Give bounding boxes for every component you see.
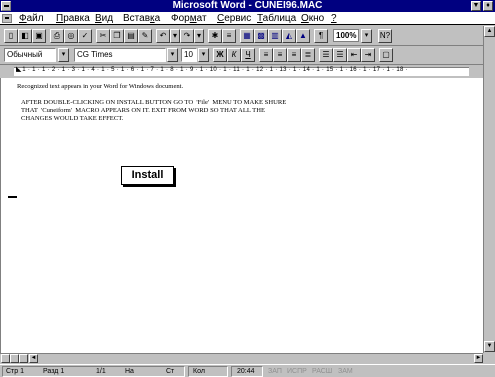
- ruler-ticks: · 1 · 1 · 1 · 2 · 1 · 3 · 1 · 4 · 1 · 5 …: [18, 67, 408, 73]
- status-at: На: [125, 368, 134, 375]
- title-bar: Microsoft Word - CUNEI96.MAC ▼ ♦: [0, 0, 495, 12]
- window-title: Microsoft Word - CUNEI96.MAC: [172, 0, 323, 11]
- bulleted-list-icon[interactable]: ☰: [333, 48, 347, 62]
- zoom-value[interactable]: 100%: [333, 29, 360, 42]
- minimize-button[interactable]: ▼: [471, 1, 481, 11]
- help-pointer-icon[interactable]: N?: [378, 29, 392, 43]
- menu-window[interactable]: Окно: [301, 12, 324, 25]
- status-rec[interactable]: ЗАП: [268, 366, 282, 377]
- status-line: Ст: [166, 368, 175, 375]
- status-time: 20:44: [237, 368, 255, 375]
- status-pages: 1/1: [96, 368, 106, 375]
- numbered-list-icon[interactable]: ☰: [319, 48, 333, 62]
- normal-view-icon[interactable]: [1, 354, 10, 363]
- open-folder-icon[interactable]: ◧: [18, 29, 32, 43]
- document-area[interactable]: Recognized text appears in your Word for…: [0, 78, 483, 353]
- undo-dropdown-icon[interactable]: ▾: [170, 29, 180, 43]
- horizontal-scrollbar[interactable]: ◄ ►: [0, 353, 483, 363]
- paste-icon[interactable]: ▤: [124, 29, 138, 43]
- justify-icon[interactable]: ≣: [301, 48, 315, 62]
- autotext-icon[interactable]: ≡: [222, 29, 236, 43]
- columns-icon[interactable]: ▥: [268, 29, 282, 43]
- save-disk-icon[interactable]: ▣: [32, 29, 46, 43]
- underline-button[interactable]: Ч: [241, 48, 255, 62]
- scroll-corner: [483, 353, 495, 363]
- font-dropdown-icon[interactable]: ▾: [167, 48, 178, 62]
- menu-insert[interactable]: Вставка: [123, 12, 160, 25]
- align-center-icon[interactable]: ≡: [273, 48, 287, 62]
- align-right-icon[interactable]: ≡: [287, 48, 301, 62]
- bold-button[interactable]: Ж: [213, 48, 227, 62]
- style-dropdown-icon[interactable]: ▾: [58, 48, 69, 62]
- outline-view-icon[interactable]: [19, 354, 28, 363]
- menu-file[interactable]: Файл: [19, 12, 44, 25]
- vertical-scrollbar[interactable]: ▲ ▼: [483, 26, 495, 353]
- menu-help[interactable]: ?: [331, 12, 337, 25]
- status-bar: Стр 1 Разд 1 1/1 На Ст Кол 20:44 ЗАП ИСП…: [0, 364, 495, 377]
- zoom-dropdown-icon[interactable]: ▾: [361, 29, 372, 43]
- menu-table[interactable]: Таблица: [257, 12, 296, 25]
- style-select[interactable]: Обычный: [4, 48, 56, 62]
- redo-dropdown-icon[interactable]: ▾: [194, 29, 204, 43]
- doc-para-line-3: CHANGES WOULD TAKE EFFECT.: [21, 115, 124, 122]
- redo-icon[interactable]: ↷: [180, 29, 194, 43]
- status-ext[interactable]: РАСШ: [312, 366, 332, 377]
- status-section: Разд 1: [43, 368, 65, 375]
- insert-table-icon[interactable]: ▦: [240, 29, 254, 43]
- standard-toolbar: ▯ ◧ ▣ ⎙ ◎ ✓ ✂ ❐ ▤ ✎ ↶ ▾ ↷ ▾ ✱ ≡ ▦ ▩ ▥ ◭ …: [0, 26, 495, 46]
- page-layout-view-icon[interactable]: [10, 354, 19, 363]
- copy-icon[interactable]: ❐: [110, 29, 124, 43]
- format-painter-icon[interactable]: ✎: [138, 29, 152, 43]
- new-document-icon[interactable]: ▯: [4, 29, 18, 43]
- borders-icon[interactable]: ▢: [379, 48, 393, 62]
- autoformat-icon[interactable]: ✱: [208, 29, 222, 43]
- menu-tools[interactable]: Сервис: [217, 12, 251, 25]
- horizontal-scroll-track[interactable]: [38, 354, 473, 363]
- scroll-right-icon[interactable]: ►: [474, 354, 483, 363]
- document-menu-icon[interactable]: [2, 14, 12, 23]
- print-preview-icon[interactable]: ◎: [64, 29, 78, 43]
- increase-indent-icon[interactable]: ⇥: [361, 48, 375, 62]
- cut-icon[interactable]: ✂: [96, 29, 110, 43]
- formatting-toolbar: Обычный ▾ CG Times ▾ 10 ▾ Ж К Ч ≡ ≡ ≡ ≣ …: [0, 46, 495, 65]
- scroll-up-icon[interactable]: ▲: [484, 26, 495, 37]
- font-select[interactable]: CG Times: [74, 48, 166, 62]
- install-button[interactable]: Install: [121, 166, 174, 185]
- drawing-icon[interactable]: ◭: [282, 29, 296, 43]
- undo-icon[interactable]: ↶: [156, 29, 170, 43]
- status-trk[interactable]: ИСПР: [287, 366, 307, 377]
- menu-bar: Файл Правка Вид Вставка Формат Сервис Та…: [0, 12, 495, 25]
- show-paragraph-icon[interactable]: ¶: [314, 29, 328, 43]
- spelling-icon[interactable]: ✓: [78, 29, 92, 43]
- decrease-indent-icon[interactable]: ⇤: [347, 48, 361, 62]
- insert-excel-icon[interactable]: ▩: [254, 29, 268, 43]
- doc-line-recognized: Recognized text appears in your Word for…: [17, 83, 184, 90]
- font-size-dropdown-icon[interactable]: ▾: [198, 48, 209, 62]
- menu-format[interactable]: Формат: [171, 12, 207, 25]
- menu-view[interactable]: Вид: [95, 12, 113, 25]
- insert-chart-icon[interactable]: ▲: [296, 29, 310, 43]
- restore-button[interactable]: ♦: [483, 1, 493, 11]
- scroll-left-icon[interactable]: ◄: [29, 354, 38, 363]
- italic-button[interactable]: К: [227, 48, 241, 62]
- text-cursor-mark: [8, 196, 17, 198]
- status-col: Кол: [193, 368, 205, 375]
- status-position-box: [2, 366, 185, 377]
- print-icon[interactable]: ⎙: [50, 29, 64, 43]
- scroll-down-icon[interactable]: ▼: [484, 341, 495, 352]
- align-left-icon[interactable]: ≡: [259, 48, 273, 62]
- ruler[interactable]: ◣ · 1 · 1 · 1 · 2 · 1 · 3 · 1 · 4 · 1 · …: [0, 65, 483, 78]
- font-size-select[interactable]: 10: [181, 48, 197, 62]
- status-ovr[interactable]: ЗАМ: [338, 366, 353, 377]
- status-page: Стр 1: [6, 368, 24, 375]
- menu-edit[interactable]: Правка: [56, 12, 90, 25]
